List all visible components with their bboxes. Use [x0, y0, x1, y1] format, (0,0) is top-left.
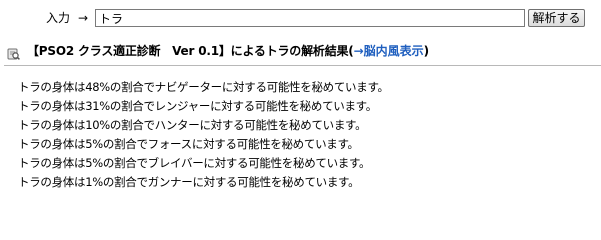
result-title: 【PSO2 クラス適正診断 Ver 0.1】によるトラの解析結果( — [27, 44, 354, 58]
result-line: トラの身体は48%の割合でナビゲーターに対する可能性を秘めています。 — [18, 80, 389, 94]
search-form: 入力 → 解析する — [0, 9, 601, 27]
arrow-label: → — [78, 11, 89, 25]
input-label: 入力 — [46, 11, 71, 25]
page: 入力 → 解析する 【PSO2 クラス適正診断 Ver 0.1】によるトラの解析… — [0, 0, 601, 207]
result-line: トラの身体は5%の割合でブレイバーに対する可能性を秘めています。 — [18, 156, 371, 170]
name-input[interactable] — [95, 9, 525, 27]
analyze-button[interactable]: 解析する — [528, 9, 585, 27]
magnifier-document-icon — [7, 45, 20, 60]
result-list: トラの身体は48%の割合でナビゲーターに対する可能性を秘めています。 トラの身体… — [18, 78, 389, 192]
close-paren: ) — [423, 44, 430, 58]
result-line: トラの身体は31%の割合でレンジャーに対する可能性を秘めています。 — [18, 99, 377, 113]
result-line: トラの身体は5%の割合でフォースに対する可能性を秘めています。 — [18, 137, 359, 151]
result-header: 【PSO2 クラス適正診断 Ver 0.1】によるトラの解析結果( →脳内風表示… — [7, 41, 429, 61]
divider — [4, 65, 601, 66]
result-line: トラの身体は10%の割合でハンターに対する可能性を秘めています。 — [18, 118, 367, 132]
result-line: トラの身体は1%の割合でガンナーに対する可能性を秘めています。 — [18, 175, 360, 189]
brain-view-link[interactable]: →脳内風表示 — [354, 43, 424, 59]
